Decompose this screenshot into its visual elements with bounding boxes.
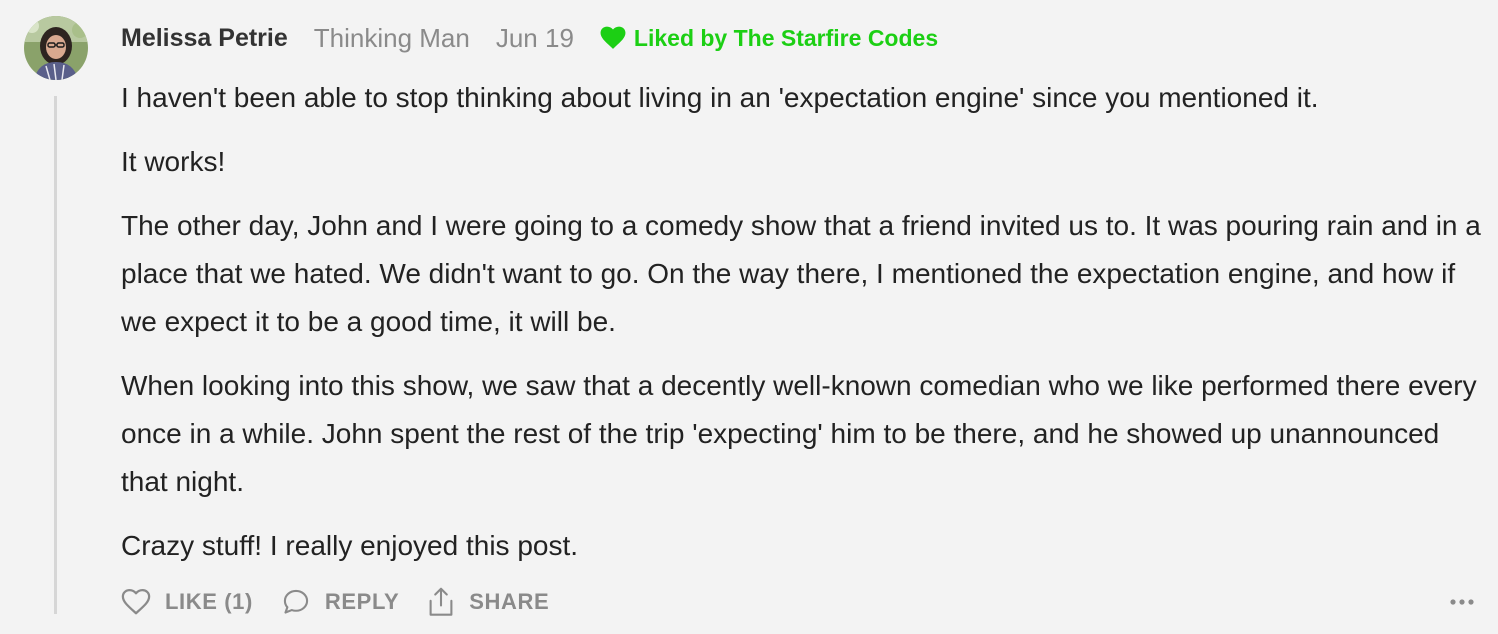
comment-paragraph: Crazy stuff! I really enjoyed this post. xyxy=(121,530,579,561)
share-label: SHARE xyxy=(469,589,550,614)
comment: Melissa Petrie Thinking Man Jun 19 Liked… xyxy=(0,0,1498,634)
liked-by-label: Liked by The Starfire Codes xyxy=(633,24,939,51)
like-button[interactable]: LIKE (1) xyxy=(121,588,253,616)
comment-paragraph: The other day, John and I were going to … xyxy=(121,210,1481,337)
more-dots-icon xyxy=(1449,593,1475,611)
reply-label: REPLY xyxy=(324,589,400,614)
comment-paragraph: I haven't been able to stop thinking abo… xyxy=(121,82,1319,113)
avatar[interactable] xyxy=(24,16,88,80)
author-name[interactable]: Melissa Petrie xyxy=(121,24,288,53)
comment-date[interactable]: Jun 19 xyxy=(496,23,574,54)
comment-paragraph: When looking into this show, we saw that… xyxy=(121,370,1477,497)
thread-line xyxy=(54,96,57,614)
avatar-image xyxy=(24,16,88,80)
liked-by-badge: Liked by The Starfire Codes xyxy=(600,25,938,52)
comment-body: I haven't been able to stop thinking abo… xyxy=(121,74,1481,586)
heart-outline-icon xyxy=(121,588,151,616)
like-label: LIKE (1) xyxy=(165,589,253,614)
reply-button[interactable]: REPLY xyxy=(281,588,399,616)
share-button[interactable]: SHARE xyxy=(427,587,549,617)
comment-paragraph: It works! xyxy=(121,146,226,177)
share-icon xyxy=(427,587,455,617)
comment-actions: LIKE (1) REPLY SHARE xyxy=(121,584,577,620)
publication-name[interactable]: Thinking Man xyxy=(314,23,470,54)
heart-icon xyxy=(600,26,626,50)
comment-header: Melissa Petrie Thinking Man Jun 19 Liked… xyxy=(121,20,938,56)
speech-bubble-icon xyxy=(281,588,311,616)
more-options-button[interactable] xyxy=(1448,588,1476,616)
